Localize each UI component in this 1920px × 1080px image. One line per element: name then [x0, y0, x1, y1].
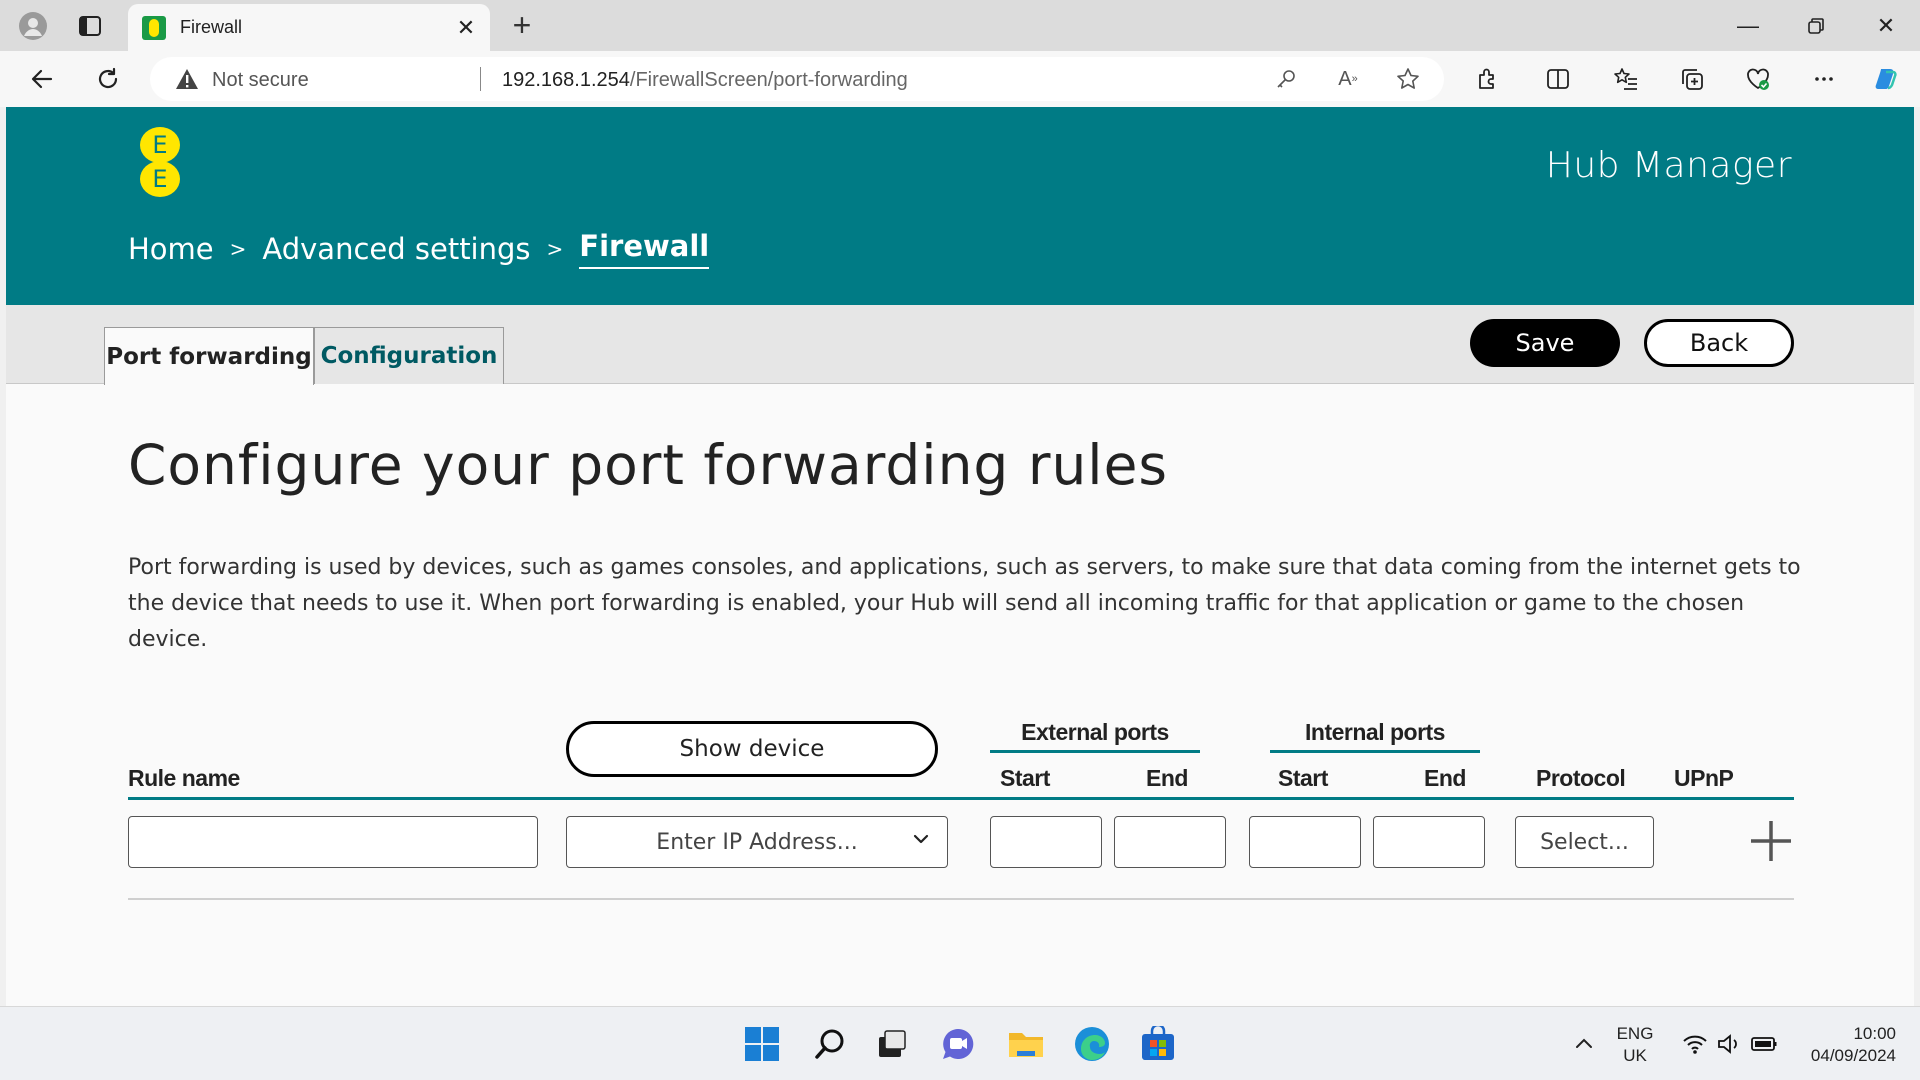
windows-taskbar: ENG UK 10:00 04/09/2024: [0, 1006, 1920, 1080]
address-bar[interactable]: Not secure 192.168.1.254/FirewallScreen/…: [150, 57, 1444, 101]
internal-start-input[interactable]: [1249, 816, 1361, 868]
browser-essentials-icon[interactable]: [1738, 59, 1778, 99]
ip-address-select[interactable]: Enter IP Address...: [566, 816, 948, 868]
page-content: E E Hub Manager Home > Advanced settings…: [6, 107, 1914, 1006]
language-code: ENG: [1616, 1024, 1654, 1043]
address-separator: [480, 67, 481, 91]
chevron-up-icon[interactable]: [1560, 1020, 1608, 1068]
ee-logo[interactable]: E E: [140, 127, 180, 199]
wifi-icon: [1683, 1035, 1707, 1054]
breadcrumb-advanced-settings[interactable]: Advanced settings: [262, 232, 530, 266]
header-external-start: Start: [1000, 765, 1050, 791]
tab-title: Firewall: [180, 17, 243, 37]
refresh-icon[interactable]: [88, 59, 128, 99]
browser-toolbar: Not secure 192.168.1.254/FirewallScreen/…: [0, 51, 1920, 107]
password-key-icon[interactable]: [1272, 65, 1300, 93]
url-path: /FirewallScreen/port-forwarding: [629, 69, 908, 91]
profile-icon[interactable]: [14, 8, 52, 44]
microsoft-store-icon[interactable]: [1134, 1020, 1182, 1068]
add-rule-plus-icon[interactable]: [1748, 818, 1794, 864]
tab-actions-icon[interactable]: [74, 10, 106, 42]
page-title: Configure your port forwarding rules: [128, 433, 1169, 497]
header-internal-start: Start: [1278, 765, 1328, 791]
external-end-field[interactable]: [1115, 817, 1225, 867]
external-end-input[interactable]: [1114, 816, 1226, 868]
breadcrumb: Home > Advanced settings > Firewall: [128, 229, 710, 269]
security-status[interactable]: Not secure: [212, 69, 309, 92]
warning-icon[interactable]: [174, 67, 200, 96]
volume-icon: [1718, 1034, 1737, 1054]
ee-favicon-icon: [142, 16, 166, 40]
header-rule-name: Rule name: [128, 765, 240, 791]
save-button[interactable]: Save: [1470, 319, 1620, 367]
header-internal-end: End: [1424, 765, 1466, 791]
copilot-icon[interactable]: [1866, 59, 1906, 99]
favorites-icon[interactable]: [1606, 59, 1646, 99]
ip-address-placeholder: Enter IP Address...: [656, 829, 858, 855]
region-code: UK: [1623, 1046, 1647, 1065]
new-tab-button[interactable]: +: [504, 8, 540, 44]
split-screen-icon[interactable]: [1538, 59, 1578, 99]
edge-icon[interactable]: [1068, 1020, 1116, 1068]
start-icon[interactable]: [738, 1020, 786, 1068]
extensions-icon[interactable]: [1468, 59, 1508, 99]
header-internal-ports: Internal ports: [1270, 719, 1480, 753]
language-indicator[interactable]: ENG UK: [1612, 1023, 1658, 1067]
header-protocol: Protocol: [1536, 765, 1626, 791]
table-header-divider: [128, 797, 1794, 800]
chevron-right-icon: >: [546, 237, 564, 261]
restore-icon[interactable]: [1782, 0, 1850, 51]
browser-tab-bar: Firewall ✕ + — ✕: [0, 0, 1920, 51]
favorite-star-icon[interactable]: [1394, 65, 1422, 93]
teams-chat-icon[interactable]: [934, 1020, 982, 1068]
clock-time: 10:00: [1853, 1024, 1896, 1043]
collections-icon[interactable]: [1672, 59, 1712, 99]
back-button[interactable]: Back: [1644, 319, 1794, 367]
system-tray-status[interactable]: [1670, 1020, 1790, 1068]
show-device-button[interactable]: Show device: [566, 721, 938, 777]
url-host: 192.168.1.254: [502, 69, 630, 91]
search-icon[interactable]: [806, 1020, 854, 1068]
file-explorer-icon[interactable]: [1002, 1020, 1050, 1068]
internal-start-field[interactable]: [1250, 817, 1360, 867]
hub-header: E E Hub Manager Home > Advanced settings…: [6, 107, 1914, 305]
app-title: Hub Manager: [1545, 145, 1792, 186]
task-view-icon[interactable]: [868, 1020, 916, 1068]
minimize-icon[interactable]: —: [1714, 0, 1782, 51]
internal-end-input[interactable]: [1373, 816, 1485, 868]
back-icon[interactable]: [22, 59, 62, 99]
read-aloud-icon[interactable]: A»: [1334, 65, 1362, 93]
header-external-ports: External ports: [990, 719, 1200, 753]
table-row-divider: [128, 898, 1794, 900]
header-upnp: UPnP: [1674, 765, 1734, 791]
battery-icon: [1751, 1037, 1777, 1051]
external-start-field[interactable]: [991, 817, 1101, 867]
chevron-right-icon: >: [229, 237, 247, 261]
protocol-select[interactable]: Select...: [1515, 816, 1654, 868]
clock-date: 04/09/2024: [1810, 1046, 1896, 1065]
breadcrumb-firewall[interactable]: Firewall: [579, 229, 710, 269]
logo-letter: E: [140, 127, 180, 163]
page-tab-bar: Port forwarding Configuration Save Back: [6, 305, 1914, 385]
page-description: Port forwarding is used by devices, such…: [128, 555, 1801, 652]
rule-name-field[interactable]: [129, 817, 537, 867]
close-tab-icon[interactable]: ✕: [454, 16, 478, 40]
close-window-icon[interactable]: ✕: [1852, 0, 1920, 51]
browser-tab-firewall[interactable]: Firewall ✕: [128, 4, 490, 51]
clock[interactable]: 10:00 04/09/2024: [1796, 1023, 1896, 1067]
internal-end-field[interactable]: [1374, 817, 1484, 867]
rule-name-input[interactable]: [128, 816, 538, 868]
breadcrumb-home[interactable]: Home: [128, 232, 214, 266]
header-external-end: End: [1146, 765, 1188, 791]
url-text[interactable]: 192.168.1.254/FirewallScreen/port-forwar…: [502, 69, 908, 92]
external-start-input[interactable]: [990, 816, 1102, 868]
more-icon[interactable]: [1804, 59, 1844, 99]
tab-configuration[interactable]: Configuration: [314, 327, 504, 384]
tab-port-forwarding[interactable]: Port forwarding: [104, 327, 314, 385]
chevron-down-icon: [911, 829, 931, 855]
protocol-placeholder: Select...: [1540, 829, 1629, 855]
logo-letter: E: [140, 161, 180, 197]
